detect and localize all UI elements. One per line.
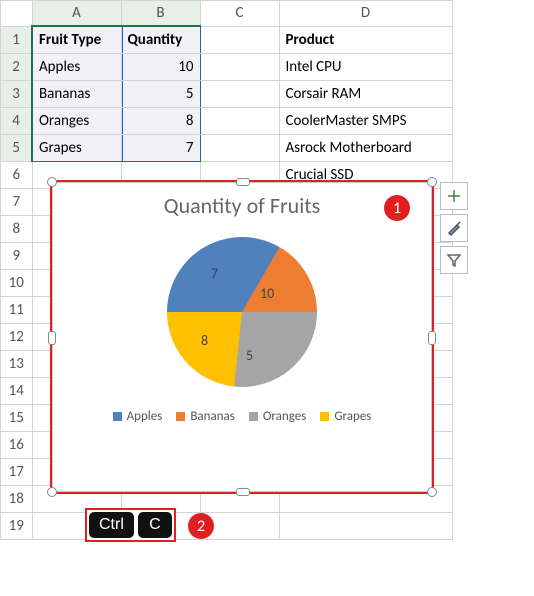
pie-data-label-oranges: 8 [201, 332, 208, 349]
row-header-19[interactable]: 19 [1, 513, 33, 540]
key-c: C [138, 512, 172, 538]
cell-B5[interactable]: 7 [121, 135, 200, 162]
cell-D2[interactable]: Intel CPU [279, 54, 452, 81]
cell-C2[interactable] [200, 54, 279, 81]
row-header-1[interactable]: 1 [1, 26, 33, 54]
pie-data-label-grapes: 7 [211, 265, 218, 282]
cell-A2[interactable]: Apples [32, 54, 121, 81]
row-header-4[interactable]: 4 [1, 108, 33, 135]
row-header-9[interactable]: 9 [1, 243, 33, 270]
chart-title[interactable]: Quantity of Fruits [52, 192, 432, 219]
select-all-corner[interactable] [1, 1, 33, 27]
row-header-7[interactable]: 7 [1, 189, 33, 216]
cell-B3[interactable]: 5 [121, 81, 200, 108]
col-header-A[interactable]: A [32, 1, 121, 27]
funnel-icon [446, 252, 462, 268]
row-header-14[interactable]: 14 [1, 378, 33, 405]
cell-C3[interactable] [200, 81, 279, 108]
chart-filter-button[interactable] [440, 246, 468, 274]
row-header-3[interactable]: 3 [1, 81, 33, 108]
pie-chart[interactable]: 10 5 8 7 [167, 237, 317, 387]
row-header-12[interactable]: 12 [1, 324, 33, 351]
cell-C5[interactable] [200, 135, 279, 162]
row-header-17[interactable]: 17 [1, 459, 33, 486]
legend-item-grapes[interactable]: Grapes [320, 409, 371, 424]
row-header-10[interactable]: 10 [1, 270, 33, 297]
keyboard-shortcut: Ctrl C [85, 508, 176, 542]
cell-D1[interactable]: Product [279, 26, 452, 54]
row-header-16[interactable]: 16 [1, 432, 33, 459]
chart-elements-button[interactable] [440, 182, 468, 210]
cell-A4[interactable]: Oranges [32, 108, 121, 135]
chart-legend[interactable]: Apples Bananas Oranges Grapes [52, 409, 432, 424]
cell-A3[interactable]: Bananas [32, 81, 121, 108]
cell-D4[interactable]: CoolerMaster SMPS [279, 108, 452, 135]
cell-C4[interactable] [200, 108, 279, 135]
row-header-15[interactable]: 15 [1, 405, 33, 432]
legend-item-oranges[interactable]: Oranges [249, 409, 307, 424]
row-header-8[interactable]: 8 [1, 216, 33, 243]
cell-C1[interactable] [200, 26, 279, 54]
pie-data-label-apples: 10 [260, 285, 274, 302]
cell-A5[interactable]: Grapes [32, 135, 121, 162]
row-header-18[interactable]: 18 [1, 486, 33, 513]
cell-B2[interactable]: 10 [121, 54, 200, 81]
legend-item-bananas[interactable]: Bananas [176, 409, 235, 424]
brush-icon [446, 220, 462, 236]
row-header-11[interactable]: 11 [1, 297, 33, 324]
row-header-2[interactable]: 2 [1, 54, 33, 81]
pie-data-label-bananas: 5 [246, 347, 253, 364]
col-header-B[interactable]: B [121, 1, 200, 27]
col-header-D[interactable]: D [279, 1, 452, 27]
row-header-13[interactable]: 13 [1, 351, 33, 378]
chart-styles-button[interactable] [440, 214, 468, 242]
cell-D5[interactable]: Asrock Motherboard [279, 135, 452, 162]
key-ctrl: Ctrl [89, 512, 134, 538]
col-header-C[interactable]: C [200, 1, 279, 27]
cell-A1[interactable]: Fruit Type [32, 26, 121, 54]
cell-B4[interactable]: 8 [121, 108, 200, 135]
row-header-6[interactable]: 6 [1, 162, 33, 189]
plus-icon [446, 188, 462, 204]
cell-D3[interactable]: Corsair RAM [279, 81, 452, 108]
embedded-chart[interactable]: Quantity of Fruits 10 5 8 7 Apples Banan… [50, 180, 434, 494]
cell-B1[interactable]: Quantity [121, 26, 200, 54]
legend-item-apples[interactable]: Apples [113, 409, 163, 424]
row-header-5[interactable]: 5 [1, 135, 33, 162]
